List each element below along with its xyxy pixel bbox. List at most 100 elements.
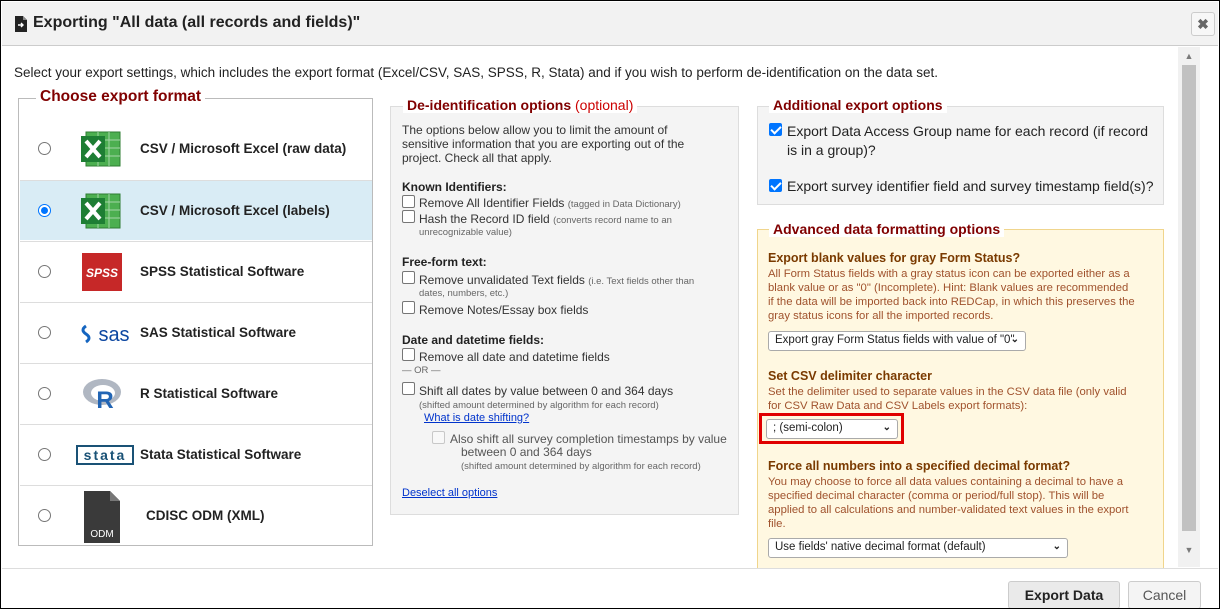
deid-desc-line: project. Check all that apply. [402, 151, 552, 165]
gray-status-select[interactable]: Export gray Form Status fields with valu… [768, 331, 1026, 351]
format-label-sas: SAS Statistical Software [140, 325, 297, 340]
export-format-legend: Choose export format [36, 88, 206, 106]
shift-dates-checkbox[interactable] [402, 382, 415, 395]
format-option-csv-labels[interactable]: CSV / Microsoft Excel (labels) [20, 180, 372, 240]
blank-desc-line: if the data will be imported back into R… [768, 296, 1135, 308]
shift-dates-note: (shifted amount determined by algorithm … [419, 400, 659, 411]
excel-icon [81, 131, 121, 167]
decimal-format-heading: Force all numbers into a specified decim… [768, 459, 1071, 473]
highlight-box [759, 413, 904, 444]
format-radio-r[interactable] [38, 387, 51, 400]
export-data-button[interactable]: Export Data [1008, 581, 1120, 608]
csv-delimiter-heading: Set CSV delimiter character [768, 369, 932, 383]
remove-notes-label: Remove Notes/Essay box fields [419, 303, 589, 317]
remove-unvalidated-note-line2: dates, numbers, etc.) [419, 288, 509, 299]
remove-dates-checkbox[interactable] [402, 348, 415, 361]
export-dag-line: is in a group)? [787, 142, 876, 158]
remove-unvalidated-label: Remove unvalidated Text fields (i.e. Tex… [419, 273, 694, 287]
format-option-csv-raw[interactable]: CSV / Microsoft Excel (raw data) [20, 119, 372, 179]
known-identifiers-heading: Known Identifiers: [402, 180, 507, 194]
format-label-odm: CDISC ODM (XML) [146, 508, 265, 523]
remove-unvalidated-note: (i.e. Text fields other than [588, 276, 695, 287]
dialog-scrollbar[interactable]: ▲ ▼ [1178, 47, 1200, 567]
format-radio-csv-raw[interactable] [38, 142, 51, 155]
format-radio-odm[interactable] [38, 509, 51, 522]
chevron-down-icon: ⌄ [1052, 541, 1061, 552]
delim-desc-line: Set the delimiter used to separate value… [768, 386, 1127, 398]
scroll-up-arrow-icon[interactable]: ▲ [1184, 51, 1194, 61]
format-option-odm[interactable]: ODM CDISC ODM (XML) [20, 485, 372, 545]
hash-record-note-line2: unrecognizable value) [419, 227, 512, 238]
remove-identifiers-checkbox[interactable] [402, 195, 415, 208]
file-export-icon [15, 16, 27, 32]
export-survey-fields-label: Export survey identifier field and surve… [787, 178, 1154, 194]
format-label-csv-labels: CSV / Microsoft Excel (labels) [140, 203, 330, 218]
shift-survey-line: between 0 and 364 days [461, 445, 592, 459]
export-survey-fields-checkbox[interactable] [769, 179, 782, 192]
dialog-titlebar: Exporting "All data (all records and fie… [2, 2, 1218, 46]
csv-delimiter-description: Set the delimiter used to separate value… [768, 385, 1127, 413]
scroll-thumb[interactable] [1182, 65, 1196, 531]
deid-description: The options below allow you to limit the… [402, 123, 684, 165]
blank-desc-line: All Form Status fields with a gray statu… [768, 268, 1130, 280]
sas-icon-text: sas [98, 324, 129, 346]
sas-icon: sas [81, 324, 130, 346]
chevron-down-icon: ⌄ [1010, 334, 1019, 345]
remove-identifiers-label: Remove All Identifier Fields (tagged in … [419, 196, 681, 210]
spss-icon-text: SPSS [86, 266, 118, 280]
remove-identifiers-note: (tagged in Data Dictionary) [567, 199, 681, 210]
format-radio-sas[interactable] [38, 326, 51, 339]
blank-desc-line: blank value or as "0" (Incomplete). Hint… [768, 282, 1129, 294]
format-option-stata[interactable]: stata Stata Statistical Software [20, 424, 372, 484]
export-dag-line: Export Data Access Group name for each r… [787, 123, 1149, 139]
format-radio-spss[interactable] [38, 265, 51, 278]
date-fields-heading: Date and datetime fields: [402, 333, 545, 347]
blank-values-heading: Export blank values for gray Form Status… [768, 251, 1021, 265]
remove-notes-checkbox[interactable] [402, 301, 415, 314]
r-icon: R [83, 379, 121, 413]
shift-survey-note: (shifted amount determined by algorithm … [461, 461, 701, 472]
format-label-spss: SPSS Statistical Software [140, 264, 305, 279]
export-dialog: Exporting "All data (all records and fie… [0, 0, 1220, 609]
decimal-desc-line: file. [768, 518, 786, 530]
format-radio-stata[interactable] [38, 448, 51, 461]
decimal-format-select-value: Use fields' native decimal format (defau… [775, 541, 986, 553]
decimal-desc-line: applied to all calculations and number-v… [768, 504, 1129, 516]
format-option-spss[interactable]: SPSS SPSS Statistical Software [20, 241, 372, 301]
cancel-button[interactable]: Cancel [1128, 581, 1201, 608]
remove-unvalidated-checkbox[interactable] [402, 271, 415, 284]
intro-text: Select your export settings, which inclu… [14, 65, 938, 80]
blank-desc-line: gray status icons for all the imported r… [768, 310, 994, 322]
deid-desc-line: sensitive information that you are expor… [402, 137, 685, 151]
excel-icon [81, 193, 121, 229]
export-dag-checkbox[interactable] [769, 123, 782, 136]
deidentification-legend-text: De-identification options [407, 97, 572, 113]
date-shifting-link[interactable]: What is date shifting? [424, 412, 529, 424]
hash-record-text: Hash the Record ID field [419, 212, 550, 226]
optional-label: (optional) [575, 97, 634, 113]
deselect-all-link[interactable]: Deselect all options [402, 487, 497, 499]
close-button[interactable]: ✖ [1191, 12, 1215, 36]
hash-record-label: Hash the Record ID field (converts recor… [419, 212, 672, 226]
decimal-format-select[interactable]: Use fields' native decimal format (defau… [768, 538, 1068, 558]
shift-survey-label: Also shift all survey completion timesta… [450, 433, 727, 459]
decimal-desc-line: You may choose to force all data values … [768, 476, 1124, 488]
odm-file-icon: ODM [84, 491, 120, 543]
format-radio-csv-labels[interactable] [38, 204, 51, 217]
hash-record-checkbox[interactable] [402, 210, 415, 223]
scroll-down-arrow-icon[interactable]: ▼ [1184, 545, 1194, 555]
deid-desc-line: The options below allow you to limit the… [402, 123, 668, 137]
footer-divider [2, 568, 1218, 569]
dialog-title: Exporting "All data (all records and fie… [33, 14, 361, 31]
format-option-sas[interactable]: sas SAS Statistical Software [20, 302, 372, 362]
deidentification-legend: De-identification options (optional) [403, 97, 638, 113]
format-label-stata: Stata Statistical Software [140, 447, 302, 462]
remove-identifiers-text: Remove All Identifier Fields [419, 196, 565, 210]
odm-icon-text: ODM [90, 529, 113, 540]
format-option-r[interactable]: R R Statistical Software [20, 363, 372, 423]
shift-dates-label: Shift all dates by value between 0 and 3… [419, 384, 674, 398]
advanced-formatting-legend: Advanced data formatting options [769, 221, 1005, 237]
shift-survey-checkbox[interactable] [432, 431, 445, 444]
or-separator: — OR — [402, 365, 441, 376]
spss-icon: SPSS [82, 253, 122, 291]
